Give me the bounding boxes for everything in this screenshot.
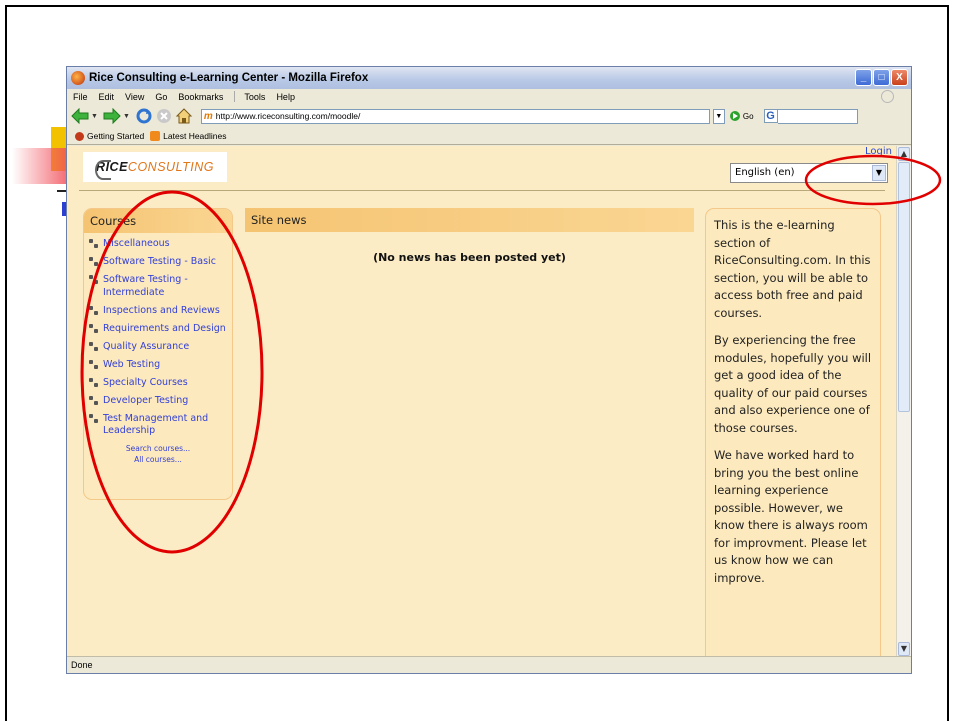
course-item[interactable]: Web Testing	[88, 359, 232, 372]
course-item[interactable]: Miscellaneous	[88, 238, 232, 251]
header-divider	[79, 190, 885, 191]
course-link[interactable]: Miscellaneous	[103, 238, 170, 251]
status-bar: Done	[67, 656, 911, 673]
course-link[interactable]: Test Management and Leadership	[103, 413, 232, 438]
course-category-icon	[88, 323, 100, 335]
intro-block: This is the e-learning section of RiceCo…	[705, 208, 881, 657]
forward-dropdown-icon[interactable]: ▼	[123, 113, 130, 120]
scroll-down-icon[interactable]: ▼	[898, 642, 910, 656]
rice-consulting-logo[interactable]: RICE CONSULTING	[83, 152, 227, 182]
chevron-down-icon[interactable]: ▼	[872, 165, 886, 181]
logo-swoosh-icon	[95, 160, 111, 180]
course-category-icon	[88, 413, 100, 425]
site-news-title: Site news	[245, 208, 694, 232]
all-courses-link[interactable]: All courses...	[84, 454, 232, 465]
throbber-icon	[881, 90, 894, 103]
rss-feed-icon	[150, 131, 161, 141]
course-category-icon	[88, 274, 100, 286]
bookmark-latest-headlines[interactable]: Latest Headlines	[163, 131, 226, 141]
bookmarks-toolbar: Getting Started Latest Headlines	[67, 128, 911, 145]
language-select[interactable]: English (en) ▼	[730, 163, 888, 183]
search-engine-icon[interactable]: G	[763, 109, 778, 123]
course-list: Miscellaneous Software Testing - Basic S…	[88, 238, 232, 438]
firefox-icon	[71, 71, 85, 85]
status-text: Done	[71, 660, 93, 670]
back-arrow-icon[interactable]	[71, 107, 89, 125]
close-button[interactable]: X	[891, 69, 908, 86]
bookmark-getting-started[interactable]: Getting Started	[87, 131, 144, 141]
course-item[interactable]: Requirements and Design	[88, 323, 232, 336]
search-courses-link[interactable]: Search courses...	[84, 443, 232, 454]
back-dropdown-icon[interactable]: ▼	[91, 113, 98, 120]
menu-help[interactable]: Help	[276, 92, 295, 102]
course-link[interactable]: Developer Testing	[103, 395, 188, 408]
menu-bookmarks[interactable]: Bookmarks	[178, 92, 223, 102]
menu-tools[interactable]: Tools	[244, 92, 265, 102]
no-news-message: (No news has been posted yet)	[373, 251, 566, 264]
address-text: http://www.riceconsulting.com/moodle/	[215, 111, 361, 121]
go-button[interactable]: Go	[729, 111, 754, 121]
course-links: Search courses... All courses...	[84, 443, 232, 465]
page-content: RICE CONSULTING Login English (en) ▼ Cou…	[67, 146, 897, 657]
address-dropdown-icon[interactable]: ▼	[712, 108, 725, 124]
course-category-icon	[88, 305, 100, 317]
menu-edit[interactable]: Edit	[99, 92, 115, 102]
scroll-thumb[interactable]	[898, 162, 910, 412]
intro-paragraph: We have worked hard to bring you the bes…	[714, 448, 868, 585]
course-link[interactable]: Software Testing - Basic	[103, 256, 216, 269]
intro-paragraph: This is the e-learning section of RiceCo…	[714, 218, 871, 320]
menu-bar: File Edit View Go Bookmarks Tools Help	[67, 89, 911, 104]
go-icon	[729, 111, 740, 121]
menu-go[interactable]: Go	[155, 92, 167, 102]
course-link[interactable]: Quality Assurance	[103, 341, 189, 354]
scroll-up-icon[interactable]: ▲	[898, 147, 910, 161]
course-item[interactable]: Developer Testing	[88, 395, 232, 408]
navigation-toolbar: ▼ ▼ m http://www.riceconsulting.com/mood…	[67, 104, 911, 128]
course-item[interactable]: Inspections and Reviews	[88, 305, 232, 318]
course-item[interactable]: Test Management and Leadership	[88, 413, 232, 438]
course-link[interactable]: Software Testing - Intermediate	[103, 274, 232, 299]
course-category-icon	[88, 238, 100, 250]
course-item[interactable]: Quality Assurance	[88, 341, 232, 354]
course-link[interactable]: Inspections and Reviews	[103, 305, 220, 318]
course-item[interactable]: Software Testing - Intermediate	[88, 274, 232, 299]
courses-block: Courses Miscellaneous Software Testing -…	[83, 208, 233, 500]
course-category-icon	[88, 395, 100, 407]
address-bar[interactable]: m http://www.riceconsulting.com/moodle/	[200, 108, 710, 124]
getting-started-icon	[75, 131, 84, 141]
courses-title: Courses	[84, 209, 232, 233]
forward-arrow-icon[interactable]	[103, 107, 121, 125]
title-bar: Rice Consulting e-Learning Center - Mozi…	[67, 67, 911, 89]
browser-window: Rice Consulting e-Learning Center - Mozi…	[66, 66, 912, 674]
reload-icon[interactable]	[135, 107, 153, 125]
login-link[interactable]: Login	[865, 146, 892, 157]
menu-file[interactable]: File	[73, 92, 88, 102]
site-favicon-icon: m	[203, 110, 213, 122]
search-input[interactable]	[777, 108, 858, 124]
go-label: Go	[742, 111, 754, 121]
course-category-icon	[88, 256, 100, 268]
menu-separator	[234, 91, 236, 102]
course-link[interactable]: Requirements and Design	[103, 323, 226, 336]
maximize-button[interactable]: □	[873, 69, 890, 86]
logo-text-consulting: CONSULTING	[127, 160, 214, 174]
course-link[interactable]: Web Testing	[103, 359, 160, 372]
course-item[interactable]: Software Testing - Basic	[88, 256, 232, 269]
vertical-scrollbar[interactable]: ▲ ▼	[896, 146, 911, 657]
intro-paragraph: By experiencing the free modules, hopefu…	[714, 333, 872, 435]
course-link[interactable]: Specialty Courses	[103, 377, 188, 390]
menu-view[interactable]: View	[125, 92, 144, 102]
window-title: Rice Consulting e-Learning Center - Mozi…	[89, 72, 369, 84]
course-category-icon	[88, 359, 100, 371]
home-icon[interactable]	[175, 107, 193, 125]
window-controls: _ □ X	[855, 69, 908, 86]
minimize-button[interactable]: _	[855, 69, 872, 86]
course-category-icon	[88, 341, 100, 353]
stop-icon[interactable]	[155, 107, 173, 125]
language-value: English (en)	[735, 167, 795, 178]
course-item[interactable]: Specialty Courses	[88, 377, 232, 390]
course-category-icon	[88, 377, 100, 389]
